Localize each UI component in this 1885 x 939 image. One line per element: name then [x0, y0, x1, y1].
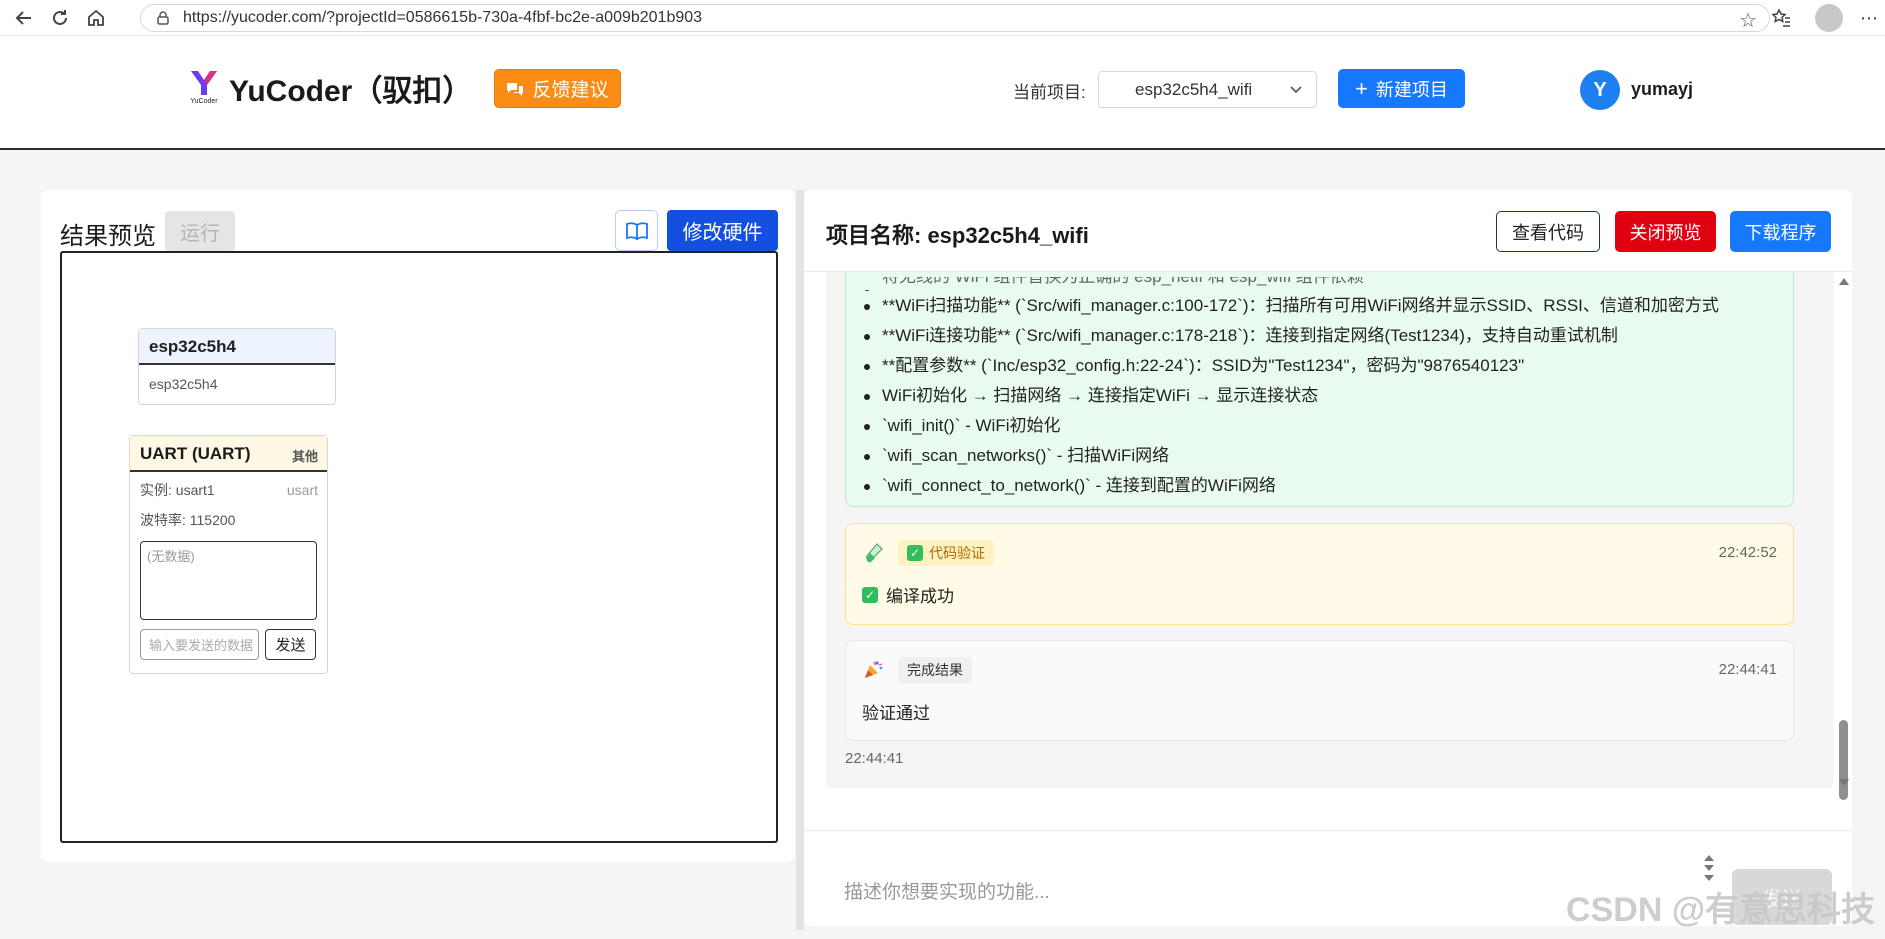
- bookmark-star-icon[interactable]: ☆: [1739, 8, 1757, 33]
- verify-tag-label: 代码验证: [929, 545, 985, 561]
- uart-node-title: UART (UART): [140, 444, 251, 463]
- verify-message: ✓ 代码验证 22:42:52 ✓ 编译成功: [845, 523, 1794, 625]
- uart-instance: 实例: usart1: [140, 482, 215, 498]
- app-header: YuCoder YuCoder（驭扣） 反馈建议 当前项目: esp32c5h4…: [0, 36, 1885, 150]
- current-project-label: 当前项目:: [1013, 83, 1086, 102]
- project-select[interactable]: esp32c5h4_wifi: [1098, 71, 1317, 108]
- feedback-button[interactable]: 反馈建议: [494, 69, 621, 108]
- chip-node[interactable]: esp32c5h4 esp32c5h4: [138, 328, 336, 405]
- uart-send-input[interactable]: 输入要发送的数据: [140, 629, 259, 660]
- yucoder-logo[interactable]: YuCoder: [188, 69, 220, 105]
- result-message: 完成结果 22:44:41 验证通过: [845, 640, 1794, 741]
- url-text: https://yucoder.com/?projectId=0586615b-…: [183, 9, 703, 26]
- plus-icon: +: [1355, 75, 1368, 101]
- uart-output-box[interactable]: (无数据): [140, 541, 317, 620]
- reload-icon[interactable]: [48, 6, 72, 30]
- list-item: **WiFi扫描功能** (`Src/wifi_manager.c:100-17…: [864, 291, 1793, 321]
- chip-node-title: esp32c5h4: [139, 329, 335, 365]
- verify-body: 编译成功: [886, 587, 954, 606]
- party-popper-icon: [865, 661, 883, 678]
- book-icon: [625, 221, 648, 240]
- scroll-thumb[interactable]: [1839, 720, 1848, 800]
- verify-tag: ✓ 代码验证: [898, 540, 994, 566]
- chevron-down-icon: [1290, 82, 1302, 97]
- summary-list: 将无线的 WiFi 组件替换为正确的 esp_netif 和 esp_wifi …: [846, 272, 1793, 501]
- test-tube-icon: [866, 543, 883, 563]
- download-program-button[interactable]: 下载程序: [1730, 211, 1831, 252]
- summary-message: 将无线的 WiFi 组件替换为正确的 esp_netif 和 esp_wifi …: [845, 272, 1794, 507]
- address-bar[interactable]: https://yucoder.com/?projectId=0586615b-…: [140, 4, 1770, 32]
- uart-baud-rate: 波特率: 115200: [140, 512, 236, 528]
- list-item: `wifi_init()` - WiFi初始化: [864, 411, 1793, 441]
- run-button[interactable]: 运行: [165, 211, 235, 251]
- home-icon[interactable]: [84, 6, 108, 30]
- new-project-button[interactable]: + 新建项目: [1338, 69, 1465, 108]
- uart-instance-type: usart: [286, 482, 318, 498]
- username[interactable]: yumayj: [1631, 79, 1693, 100]
- project-panel: 项目名称: esp32c5h4_wifi 查看代码 关闭预览 下载程序 将无线的…: [804, 190, 1852, 926]
- result-body: 验证通过: [862, 704, 930, 723]
- browser-toolbar: https://yucoder.com/?projectId=0586615b-…: [0, 0, 1885, 36]
- site-info-icon[interactable]: [155, 10, 171, 26]
- result-time: 22:44:41: [1718, 661, 1777, 678]
- result-preview-panel: 结果预览 运行 修改硬件 esp32c5h4 esp32c5h4 UART (U…: [41, 190, 795, 862]
- new-project-label: 新建项目: [1375, 79, 1448, 100]
- modify-hardware-button[interactable]: 修改硬件: [667, 210, 778, 251]
- project-select-value: esp32c5h4_wifi: [1135, 79, 1253, 99]
- app-title: YuCoder（驭扣）: [229, 75, 473, 108]
- list-item: **WiFi连接功能** (`Src/wifi_manager.c:178-21…: [864, 321, 1793, 351]
- checkbox-icon: ✓: [907, 545, 923, 561]
- favorites-icon[interactable]: [1767, 4, 1795, 32]
- svg-text:YuCoder: YuCoder: [190, 98, 218, 105]
- chip-node-subtitle: esp32c5h4: [149, 376, 218, 392]
- watermark: CSDN @有意思科技: [1566, 891, 1875, 929]
- verify-time: 22:42:52: [1718, 544, 1777, 561]
- scroll-up-arrow-icon[interactable]: [1839, 278, 1849, 285]
- back-icon[interactable]: [12, 6, 36, 30]
- profile-icon[interactable]: [1815, 4, 1843, 32]
- hardware-canvas[interactable]: esp32c5h4 esp32c5h4 UART (UART) 其他 实例: u…: [60, 251, 778, 843]
- close-preview-button[interactable]: 关闭预览: [1615, 211, 1716, 252]
- feedback-label: 反馈建议: [532, 80, 609, 101]
- list-item: `wifi_connect_to_network()` - 连接到配置的WiFi…: [864, 471, 1793, 501]
- scroll-down-arrow-icon[interactable]: [1839, 779, 1849, 786]
- list-item: WiFi初始化 → 扫描网络 → 连接指定WiFi → 显示连接状态: [864, 381, 1793, 411]
- view-code-button[interactable]: 查看代码: [1496, 211, 1600, 252]
- uart-empty-text: (无数据): [147, 549, 195, 564]
- check-icon: ✓: [862, 586, 878, 603]
- avatar[interactable]: Y: [1580, 70, 1620, 110]
- list-item: **配置参数** (`Inc/esp32_config.h:22-24`)：SS…: [864, 351, 1793, 381]
- message-timestamp: 22:44:41: [845, 750, 904, 767]
- panel-resizer[interactable]: [796, 190, 804, 930]
- docs-button[interactable]: [615, 210, 658, 251]
- uart-send-button[interactable]: 发送: [265, 629, 316, 660]
- result-tag-label: 完成结果: [907, 662, 963, 678]
- project-name: 项目名称: esp32c5h4_wifi: [826, 223, 1089, 248]
- uart-node-tag: 其他: [291, 449, 318, 464]
- chat-scrollbar[interactable]: [1836, 278, 1850, 800]
- list-item: 将无线的 WiFi 组件替换为正确的 esp_netif 和 esp_wifi …: [864, 277, 1793, 291]
- preview-title: 结果预览: [60, 223, 156, 250]
- uart-input-placeholder: 输入要发送的数据: [149, 638, 254, 653]
- chat-history[interactable]: 将无线的 WiFi 组件替换为正确的 esp_netif 和 esp_wifi …: [826, 272, 1834, 788]
- chat-input[interactable]: 描述你想要实现的功能...: [844, 877, 1050, 904]
- result-tag: 完成结果: [898, 657, 972, 683]
- chat-bubble-icon: [507, 82, 524, 96]
- uart-node[interactable]: UART (UART) 其他 实例: usart1 usart 波特率: 115…: [129, 435, 328, 674]
- list-item: `wifi_scan_networks()` - 扫描WiFi网络: [864, 441, 1793, 471]
- more-menu-icon[interactable]: ⋯: [1860, 4, 1878, 32]
